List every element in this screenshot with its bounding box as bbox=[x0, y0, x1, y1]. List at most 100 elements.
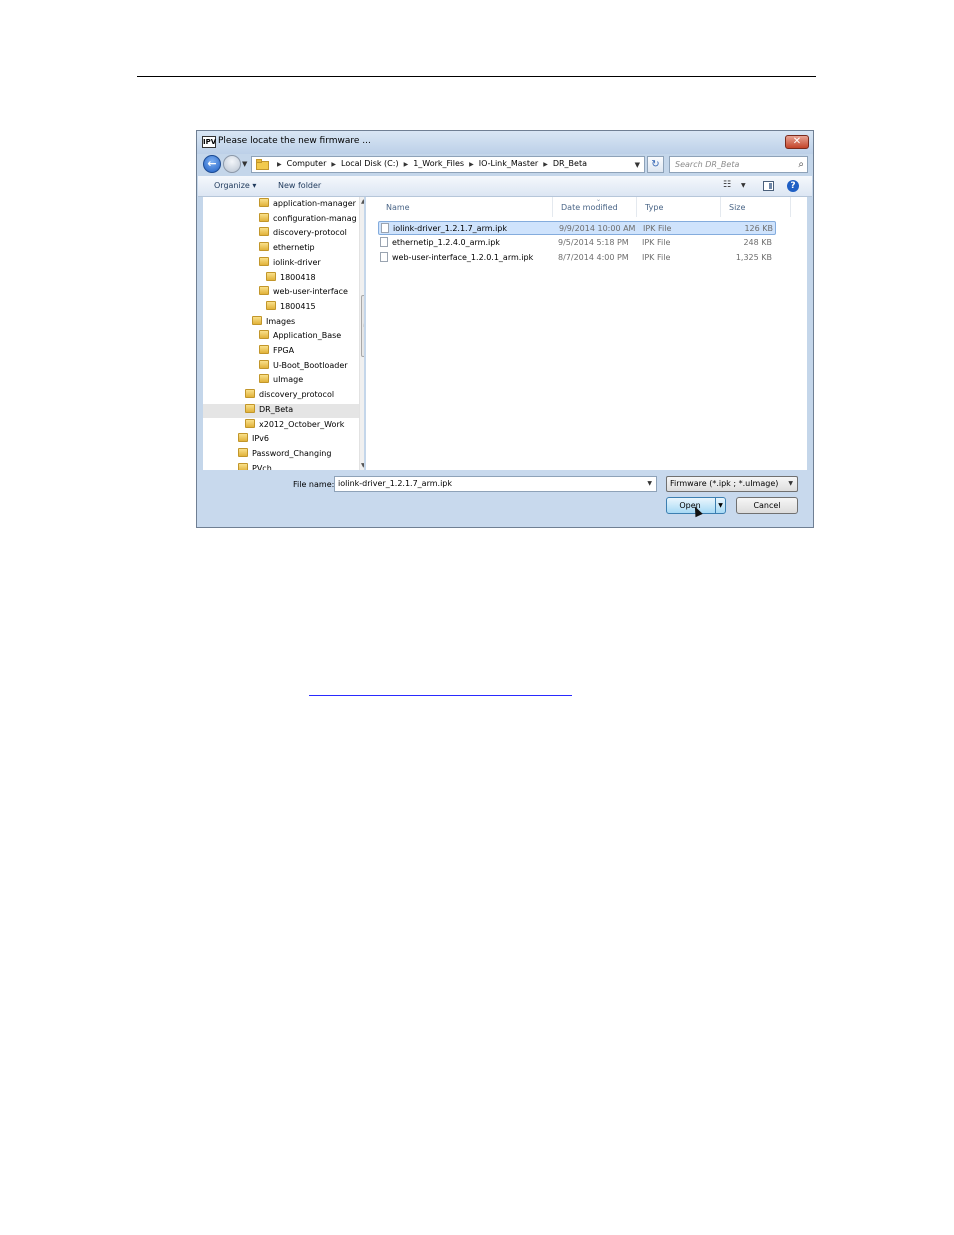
file-row[interactable]: ethernetip_1.2.4.0_arm.ipk 9/5/2014 5:18 … bbox=[378, 236, 776, 250]
dialog-footer: File name: iolink-driver_1.2.1.7_arm.ipk… bbox=[197, 470, 813, 527]
address-dropdown-icon[interactable]: ▼ bbox=[635, 161, 640, 169]
folder-tree-item[interactable]: PVch bbox=[203, 462, 359, 470]
view-options-dropdown-icon[interactable]: ▼ bbox=[741, 182, 746, 189]
folder-icon bbox=[259, 227, 269, 237]
file-name-cell: iolink-driver_1.2.1.7_arm.ipk bbox=[393, 224, 507, 233]
folder-tree-label: IPv6 bbox=[252, 434, 270, 444]
folder-icon bbox=[245, 418, 255, 428]
breadcrumb-item[interactable]: DR_Beta bbox=[553, 159, 587, 168]
folder-tree-item[interactable]: Application_Base bbox=[203, 330, 359, 344]
file-type-select[interactable]: Firmware (*.ipk ; *.uImage) ▼ bbox=[666, 476, 798, 492]
file-type-cell: IPK File bbox=[643, 224, 672, 233]
folder-tree-item[interactable]: configuration-manag bbox=[203, 212, 359, 227]
file-name-cell: web-user-interface_1.2.0.1_arm.ipk bbox=[392, 253, 534, 262]
folder-tree-label: x2012_October_Work bbox=[259, 419, 345, 429]
folder-icon bbox=[259, 256, 269, 266]
file-type-dropdown-icon[interactable]: ▼ bbox=[788, 477, 793, 491]
folder-icon bbox=[266, 271, 276, 281]
new-folder-button[interactable]: New folder bbox=[278, 181, 321, 190]
folder-icon bbox=[259, 242, 269, 252]
file-name-cell: ethernetip_1.2.4.0_arm.ipk bbox=[392, 238, 500, 247]
cancel-button[interactable]: Cancel bbox=[736, 497, 798, 514]
folder-tree-item[interactable]: 1800415 bbox=[203, 300, 359, 315]
column-header-size[interactable]: Size bbox=[721, 197, 791, 217]
folder-tree-label: 1800418 bbox=[280, 272, 316, 282]
organize-button[interactable]: Organize ▾ bbox=[214, 181, 256, 190]
preview-pane-icon[interactable] bbox=[763, 181, 774, 191]
breadcrumb-item[interactable]: Local Disk (C:) bbox=[341, 159, 399, 168]
navigation-scrollbar[interactable]: ▲ ≡ ▼ bbox=[359, 197, 364, 470]
folder-tree-item[interactable]: U-Boot_Bootloader bbox=[203, 359, 359, 374]
folder-tree-item[interactable]: Images bbox=[203, 315, 359, 330]
folder-tree-item[interactable]: IPv6 bbox=[203, 433, 359, 447]
file-type-cell: IPK File bbox=[642, 253, 671, 262]
file-name-label: File name: bbox=[293, 480, 335, 489]
search-box[interactable]: Search DR_Beta ⌕ bbox=[669, 156, 808, 173]
search-icon: ⌕ bbox=[798, 159, 804, 170]
folder-tree-label: FPGA bbox=[273, 346, 295, 355]
folder-tree-label: discovery-protocol bbox=[273, 228, 347, 238]
refresh-button[interactable]: ↻ bbox=[647, 156, 664, 173]
breadcrumb-separator-icon[interactable]: ▶ bbox=[469, 161, 474, 168]
back-button[interactable]: ← bbox=[203, 155, 221, 173]
column-header-date-modified[interactable]: Date modified bbox=[553, 197, 637, 217]
column-header-name[interactable]: Name bbox=[378, 197, 553, 217]
refresh-icon: ↻ bbox=[651, 159, 660, 170]
folder-tree-item[interactable]: iolink-driver bbox=[203, 256, 359, 271]
folder-tree-item[interactable]: uImage bbox=[203, 374, 359, 388]
folder-tree-item[interactable]: web-user-interface bbox=[203, 286, 359, 300]
folder-icon bbox=[238, 462, 248, 470]
file-type-value: Firmware (*.ipk ; *.uImage) bbox=[670, 479, 779, 488]
file-open-dialog: IPV Please locate the new firmware ... ✕… bbox=[196, 130, 814, 528]
breadcrumb-separator-icon[interactable]: ▶ bbox=[331, 161, 336, 168]
close-button[interactable]: ✕ bbox=[785, 135, 809, 149]
breadcrumb-separator-icon[interactable]: ▶ bbox=[277, 161, 282, 168]
title-bar: IPV Please locate the new firmware ... ✕ bbox=[197, 131, 813, 154]
folder-icon bbox=[259, 374, 269, 384]
folder-tree-item[interactable]: discovery_protocol bbox=[203, 389, 359, 403]
file-row[interactable]: iolink-driver_1.2.1.7_arm.ipk 9/9/2014 10… bbox=[378, 221, 776, 235]
folder-tree-label: discovery_protocol bbox=[259, 390, 335, 400]
column-header-type[interactable]: Type bbox=[637, 197, 721, 217]
folder-tree-item[interactable]: discovery-protocol bbox=[203, 227, 359, 241]
forward-button[interactable] bbox=[223, 155, 241, 173]
folder-tree-item[interactable]: DR_Beta bbox=[203, 403, 359, 418]
scroll-up-icon[interactable]: ▲ bbox=[361, 198, 364, 205]
folder-icon bbox=[259, 359, 269, 369]
folder-tree-item[interactable]: Password_Changing bbox=[203, 447, 359, 462]
open-split-dropdown-icon[interactable]: ▼ bbox=[715, 498, 725, 513]
folder-tree-label: DR_Beta bbox=[259, 404, 294, 414]
folder-tree-item[interactable]: 1800418 bbox=[203, 271, 359, 286]
file-name-dropdown-icon[interactable]: ▼ bbox=[647, 477, 652, 491]
folder-tree-item[interactable]: FPGA bbox=[203, 345, 359, 359]
breadcrumb-separator-icon[interactable]: ▶ bbox=[404, 161, 409, 168]
hyperlink-underline[interactable] bbox=[309, 695, 572, 696]
scrollbar-thumb[interactable]: ≡ bbox=[361, 295, 364, 357]
folder-tree-label: uImage bbox=[273, 375, 304, 385]
folder-tree-item[interactable]: x2012_October_Work bbox=[203, 418, 359, 433]
file-row[interactable]: web-user-interface_1.2.0.1_arm.ipk 8/7/20… bbox=[378, 251, 776, 265]
file-icon bbox=[380, 237, 388, 247]
file-name-input[interactable]: iolink-driver_1.2.1.7_arm.ipk ▼ bbox=[334, 476, 657, 492]
folder-tree-label: web-user-interface bbox=[273, 287, 348, 297]
file-size-cell: 248 KB bbox=[743, 238, 772, 247]
address-bar[interactable]: ▶ Computer ▶ Local Disk (C:) ▶ 1_Work_Files ▶ I… bbox=[251, 156, 645, 173]
breadcrumb-item[interactable]: Computer bbox=[287, 159, 327, 168]
breadcrumb-separator-icon[interactable]: ▶ bbox=[543, 161, 548, 168]
recent-pages-dropdown-icon[interactable]: ▼ bbox=[242, 160, 247, 168]
folder-tree-item[interactable]: ethernetip bbox=[203, 242, 359, 256]
folder-icon bbox=[245, 403, 255, 413]
breadcrumb-item[interactable]: 1_Work_Files bbox=[413, 159, 464, 168]
folder-tree-label: iolink-driver bbox=[273, 257, 321, 267]
folder-icon bbox=[245, 389, 255, 399]
grip-icon: ≡ bbox=[363, 322, 364, 329]
file-date-cell: 9/5/2014 5:18 PM bbox=[558, 238, 629, 247]
breadcrumb-item[interactable]: IO-Link_Master bbox=[479, 159, 538, 168]
file-icon bbox=[380, 252, 388, 262]
folder-tree-item[interactable]: application-manager bbox=[203, 198, 359, 212]
scroll-down-icon[interactable]: ▼ bbox=[361, 462, 364, 469]
help-icon[interactable]: ? bbox=[787, 180, 799, 192]
file-icon bbox=[381, 223, 389, 233]
change-view-icon[interactable]: ☷ bbox=[723, 180, 731, 190]
file-type-cell: IPK File bbox=[642, 238, 671, 247]
